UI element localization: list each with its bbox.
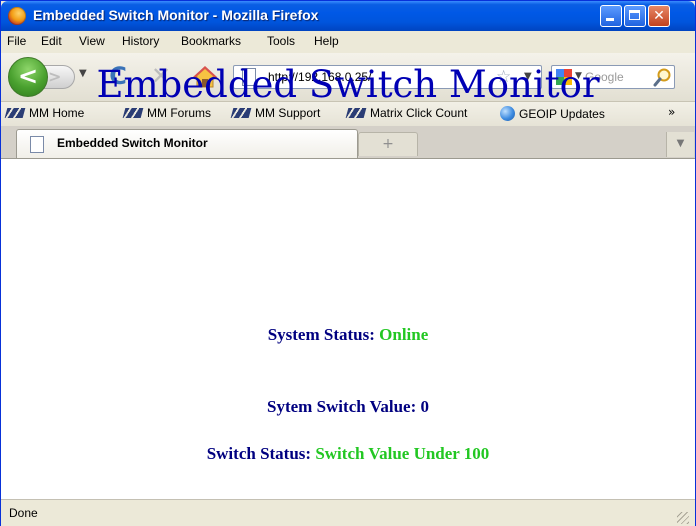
bookmark-mm-home[interactable]: MM Home: [4, 106, 85, 120]
bookmark-label: MM Forums: [147, 106, 211, 120]
new-tab-button[interactable]: +: [358, 132, 418, 156]
menu-history[interactable]: History: [122, 34, 159, 48]
matrix-logo-icon: [230, 108, 252, 118]
system-status-value: Online: [379, 325, 429, 344]
system-status: System Status: Online: [1, 325, 695, 345]
bookmark-label: GEOIP Updates: [519, 107, 605, 121]
maximize-button[interactable]: [624, 5, 646, 27]
bookmarks-overflow-button[interactable]: »: [668, 105, 675, 119]
menu-view[interactable]: View: [79, 34, 105, 48]
menu-bookmarks[interactable]: Bookmarks: [181, 34, 241, 48]
system-switch-value: Sytem Switch Value: 0: [1, 397, 695, 417]
firefox-logo-icon: [8, 7, 26, 25]
tab-strip: Embedded Switch Monitor + ▼: [1, 126, 695, 159]
close-button[interactable]: ✕: [648, 5, 670, 27]
bookmark-mm-support[interactable]: MM Support: [230, 106, 321, 120]
title-bar[interactable]: Embedded Switch Monitor - Mozilla Firefo…: [1, 1, 695, 31]
system-status-label: System Status:: [267, 325, 380, 344]
bookmark-label: MM Home: [29, 106, 85, 120]
switch-status: Switch Status: Switch Value Under 100: [1, 444, 695, 464]
close-icon: ✕: [653, 8, 665, 24]
maximize-icon: [625, 6, 645, 26]
minimize-icon: [601, 6, 621, 26]
matrix-logo-icon: [122, 108, 144, 118]
resize-grip-icon[interactable]: [677, 512, 689, 524]
bookmark-label: MM Support: [255, 106, 321, 120]
tab-list-button[interactable]: ▼: [666, 132, 694, 157]
minimize-button[interactable]: [600, 5, 622, 27]
browser-window: Embedded Switch Monitor - Mozilla Firefo…: [0, 0, 696, 526]
switch-status-value: Switch Value Under 100: [315, 444, 490, 463]
page-title: Embedded Switch Monitor: [96, 63, 600, 106]
window-title: Embedded Switch Monitor - Mozilla Firefo…: [33, 7, 319, 23]
matrix-logo-icon: [345, 108, 367, 118]
bookmark-matrix-click-count[interactable]: Matrix Click Count: [345, 106, 468, 120]
menu-help[interactable]: Help: [314, 34, 339, 48]
switch-status-label: Switch Status:: [206, 444, 316, 463]
bookmark-geoip-updates[interactable]: GEOIP Updates: [500, 106, 605, 121]
page-favicon-icon: [30, 136, 44, 153]
switch-value: 0: [420, 397, 429, 416]
menu-edit[interactable]: Edit: [41, 34, 62, 48]
menu-tools[interactable]: Tools: [267, 34, 295, 48]
tab-label: Embedded Switch Monitor: [57, 136, 208, 150]
status-text: Done: [9, 506, 38, 520]
bookmark-mm-forums[interactable]: MM Forums: [122, 106, 211, 120]
menu-bar: File Edit View History Bookmarks Tools H…: [1, 31, 695, 53]
menu-file[interactable]: File: [7, 34, 26, 48]
tab-embedded-switch-monitor[interactable]: Embedded Switch Monitor: [16, 129, 358, 158]
status-bar: Done: [1, 499, 695, 526]
globe-icon: [500, 106, 515, 121]
matrix-logo-icon: [4, 108, 26, 118]
switch-value-label: Sytem Switch Value:: [267, 397, 421, 416]
bookmark-label: Matrix Click Count: [370, 106, 468, 120]
